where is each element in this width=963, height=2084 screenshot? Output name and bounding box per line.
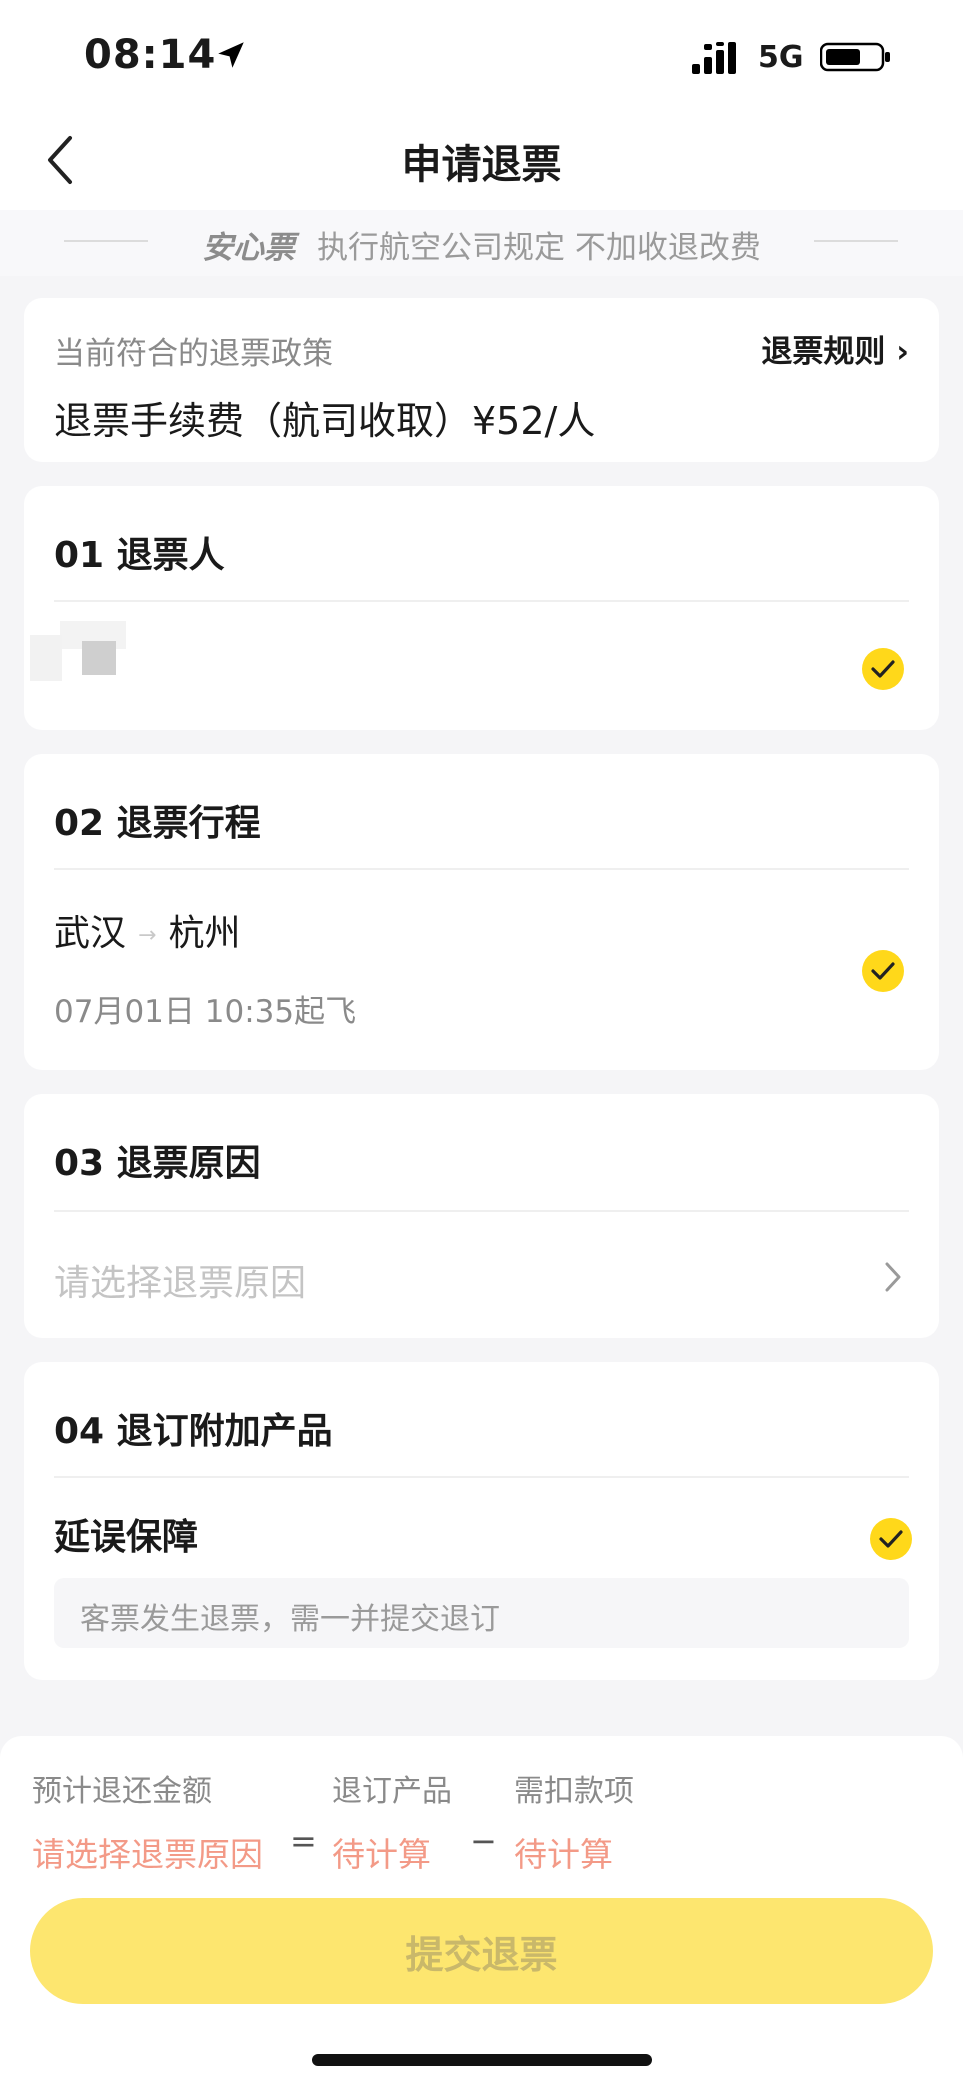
departure-time: 07月01日 10:35起飞 bbox=[54, 994, 357, 1030]
addon-note: 客票发生退票，需一并提交退订 bbox=[54, 1578, 909, 1648]
status-time: 08:14 bbox=[84, 32, 217, 78]
signal-icon bbox=[692, 42, 736, 74]
addon-refund-value: 待计算 bbox=[332, 1835, 431, 1874]
section-title-addons: 04 退订附加产品 bbox=[54, 1411, 333, 1452]
chevron-right-icon bbox=[885, 1262, 901, 1292]
route: 武汉 → 杭州 bbox=[54, 904, 240, 956]
refund-application-page: 08:14 5G 申请退票 安心票 执行航空公司规定 不加收退改费 当前符合的退… bbox=[0, 0, 963, 2084]
destination-city: 杭州 bbox=[168, 913, 241, 954]
refund-summary-panel: 预计退还金额 退订产品 需扣款项 请选择退票原因 = 待计算 − 待计算 提交退… bbox=[0, 1736, 963, 2084]
status-bar: 08:14 5G bbox=[0, 0, 963, 110]
addon-products-section: 04 退订附加产品 延误保障 客票发生退票，需一并提交退订 bbox=[24, 1362, 939, 1680]
refund-rules-link[interactable]: 退票规则 › bbox=[761, 326, 909, 371]
passenger-section: 01 退票人 bbox=[24, 486, 939, 730]
addon-check-icon[interactable] bbox=[870, 1518, 912, 1560]
refund-policy-card: 当前符合的退票政策 退票规则 › 退票手续费（航司收取）¥52/人 bbox=[24, 298, 939, 462]
nav-bar: 申请退票 bbox=[0, 110, 963, 210]
banner-brand: 安心票 bbox=[202, 230, 296, 266]
refund-reason-section[interactable]: 03 退票原因 请选择退票原因 bbox=[24, 1094, 939, 1338]
section-divider bbox=[54, 1476, 909, 1478]
banner-text-row: 安心票 执行航空公司规定 不加收退改费 bbox=[0, 222, 963, 267]
addon-product-name: 延误保障 bbox=[54, 1517, 199, 1558]
route-arrow-icon: → bbox=[138, 922, 157, 948]
refund-fee: 退票手续费（航司收取）¥52/人 bbox=[54, 399, 596, 443]
estimated-refund-label: 预计退还金额 bbox=[32, 1774, 212, 1809]
section-title-itinerary: 02 退票行程 bbox=[54, 803, 261, 844]
battery-icon bbox=[820, 42, 890, 72]
deduction-value: 待计算 bbox=[514, 1835, 613, 1874]
policy-label: 当前符合的退票政策 bbox=[54, 336, 333, 372]
itinerary-section: 02 退票行程 武汉 → 杭州 07月01日 10:35起飞 bbox=[24, 754, 939, 1070]
banner-divider-right bbox=[814, 240, 898, 242]
estimated-refund-value: 请选择退票原因 bbox=[32, 1835, 263, 1874]
section-title-passenger: 01 退票人 bbox=[54, 535, 225, 576]
network-type: 5G bbox=[758, 40, 804, 75]
origin-city: 武汉 bbox=[54, 913, 127, 954]
submit-refund-button[interactable]: 提交退票 bbox=[30, 1898, 933, 2004]
section-divider bbox=[54, 868, 909, 870]
refund-reason-picker[interactable]: 请选择退票原因 bbox=[54, 1254, 306, 1306]
itinerary-check-icon[interactable] bbox=[862, 950, 904, 992]
section-title-reason: 03 退票原因 bbox=[54, 1143, 261, 1184]
section-divider bbox=[54, 1210, 909, 1212]
assurance-banner: 安心票 执行航空公司规定 不加收退改费 bbox=[0, 210, 963, 276]
equals-sign: = bbox=[290, 1822, 317, 1860]
passenger-check-icon[interactable] bbox=[862, 648, 904, 690]
addon-refund-label: 退订产品 bbox=[332, 1774, 452, 1809]
passenger-name-redacted bbox=[30, 621, 150, 681]
deduction-label: 需扣款项 bbox=[514, 1774, 634, 1809]
banner-description: 执行航空公司规定 不加收退改费 bbox=[317, 230, 761, 266]
page-title: 申请退票 bbox=[401, 142, 562, 188]
home-indicator bbox=[312, 2054, 652, 2066]
minus-sign: − bbox=[470, 1822, 497, 1860]
section-divider bbox=[54, 600, 909, 602]
location-arrow-icon bbox=[218, 42, 244, 68]
